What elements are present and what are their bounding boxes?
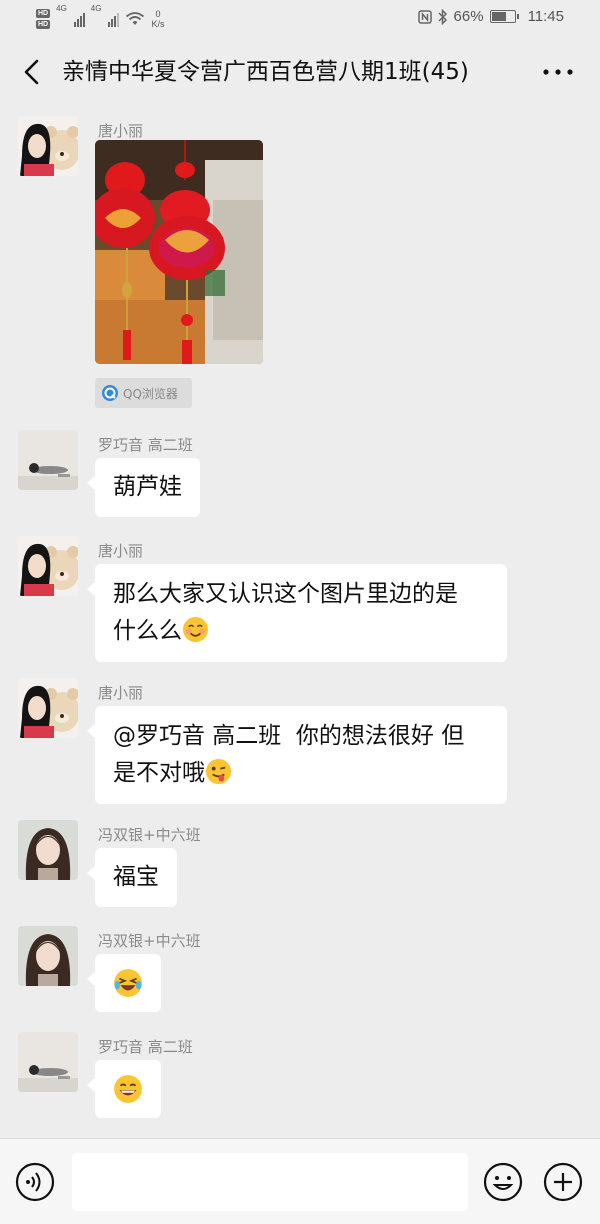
- message-text: @罗巧音 高二班 你的想法很好 但: [113, 723, 465, 749]
- winking-tongue-face-emoji-icon: [205, 758, 232, 785]
- message-item: 唐小丽 那么大家又认识这个图片里边的是 什么么: [0, 536, 600, 666]
- message-bubble[interactable]: @罗巧音 高二班 你的想法很好 但 是不对哦: [87, 706, 507, 804]
- battery-icon: [489, 10, 519, 23]
- message-text: 是不对哦: [113, 760, 205, 786]
- hd-label: HD: [36, 9, 51, 18]
- avatar-image: [18, 536, 78, 596]
- battery-percent: 66%: [453, 8, 484, 25]
- message-text: 葫芦娃: [113, 474, 182, 500]
- sender-name: 唐小丽: [98, 684, 144, 702]
- sender-name: 唐小丽: [98, 122, 144, 140]
- voice-icon[interactable]: [14, 1161, 56, 1203]
- plus-icon[interactable]: [542, 1161, 584, 1203]
- speed-unit: K/s: [151, 19, 165, 29]
- avatar[interactable]: [18, 536, 78, 596]
- avatar[interactable]: [18, 820, 78, 880]
- sender-name: 冯双银+中六班: [98, 826, 201, 844]
- message-bubble[interactable]: [87, 954, 161, 1012]
- message-item: 罗巧音 高二班 葫芦娃: [0, 430, 600, 520]
- avatar[interactable]: [18, 1032, 78, 1092]
- avatar[interactable]: [18, 926, 78, 986]
- avatar-image: [18, 430, 78, 490]
- qq-browser-icon: [102, 385, 118, 401]
- message-text: 什么么: [113, 618, 182, 644]
- message-bubble[interactable]: [87, 1060, 161, 1118]
- status-bar: HD HD 4G 4G 0 K/s 66% 11:45: [0, 0, 600, 36]
- input-bar: [0, 1138, 600, 1224]
- avatar-image: [18, 926, 78, 986]
- message-item: 唐小丽 @罗巧音 高二班 你的想法很好 但 是不对哦: [0, 678, 600, 808]
- bluetooth-icon: [438, 8, 447, 25]
- avatar-image: [18, 1032, 78, 1092]
- back-arrow-icon[interactable]: [18, 56, 46, 88]
- speed-value: 0: [155, 9, 161, 19]
- message-text: 那么大家又认识这个图片里边的是: [113, 581, 458, 607]
- message-item: 罗巧音 高二班: [0, 1032, 600, 1122]
- rolling-laughing-face-emoji-icon: [114, 969, 142, 997]
- message-item: 唐小丽 QQ浏览器: [0, 116, 600, 416]
- message-bubble[interactable]: 葫芦娃: [87, 458, 200, 517]
- source-tag[interactable]: QQ浏览器: [95, 378, 192, 408]
- network-speed: 0 K/s: [151, 9, 164, 29]
- sender-name: 冯双银+中六班: [98, 932, 201, 950]
- avatar-image: [18, 678, 78, 738]
- avatar-image: [18, 116, 78, 176]
- sender-name: 罗巧音 高二班: [98, 436, 193, 454]
- image-message[interactable]: [95, 140, 263, 364]
- message-bubble[interactable]: 那么大家又认识这个图片里边的是 什么么: [87, 564, 507, 662]
- signal-icon: [108, 11, 120, 27]
- network-type-label: 4G: [56, 4, 67, 13]
- chat-header: 亲情中华夏令营广西百色营八期1班(45): [0, 36, 600, 108]
- wifi-icon: [126, 12, 145, 25]
- hd-label: HD: [36, 20, 51, 29]
- hd-indicator: HD HD: [36, 9, 51, 29]
- network-type-label: 4G: [90, 4, 102, 13]
- signal-icon: [73, 11, 85, 27]
- avatar-image: [18, 820, 78, 880]
- nfc-icon: [417, 9, 432, 24]
- smiling-face-emoji-icon: [182, 616, 209, 643]
- grinning-face-emoji-icon: [114, 1075, 142, 1103]
- lantern-photo: [95, 140, 263, 364]
- message-text: 福宝: [113, 864, 159, 890]
- sender-name: 唐小丽: [98, 542, 144, 560]
- sender-name: 罗巧音 高二班: [98, 1038, 193, 1056]
- message-bubble[interactable]: 福宝: [87, 848, 177, 907]
- emoji-icon[interactable]: [482, 1161, 524, 1203]
- avatar[interactable]: [18, 116, 78, 176]
- message-input[interactable]: [72, 1153, 468, 1211]
- clock: 11:45: [527, 8, 564, 25]
- avatar[interactable]: [18, 678, 78, 738]
- avatar[interactable]: [18, 430, 78, 490]
- chat-title: 亲情中华夏令营广西百色营八期1班(45): [62, 59, 469, 85]
- source-label: QQ浏览器: [123, 386, 178, 401]
- message-item: 冯双银+中六班 福宝: [0, 820, 600, 910]
- message-item: 冯双银+中六班: [0, 926, 600, 1016]
- more-options-icon[interactable]: [540, 62, 576, 82]
